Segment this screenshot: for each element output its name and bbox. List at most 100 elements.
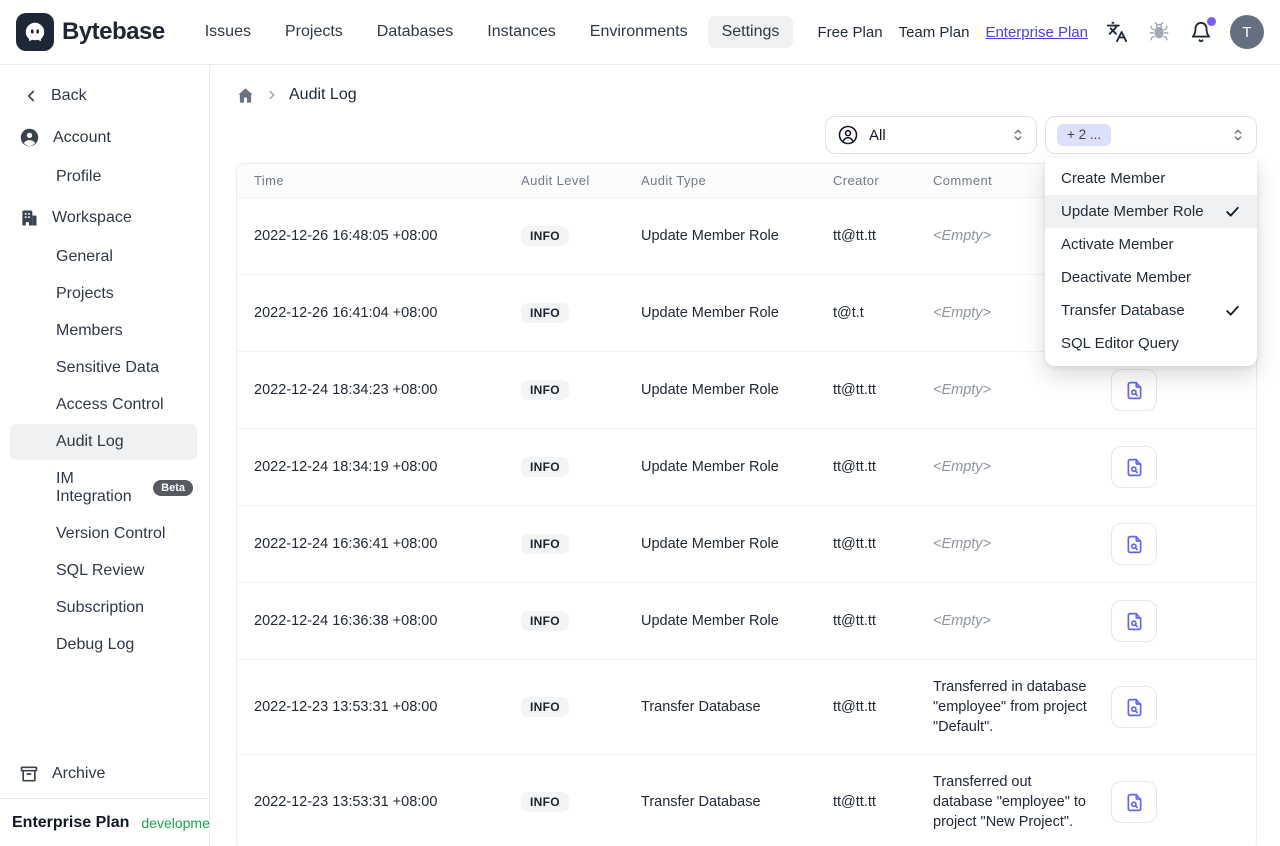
audit-level-badge: INFO <box>521 534 569 554</box>
nav-link[interactable]: Projects <box>271 16 357 48</box>
sidebar-item[interactable]: Sensitive Data <box>10 350 197 386</box>
navbar-right: Free Plan Team Plan Enterprise Plan T <box>818 15 1264 49</box>
menu-item-label: SQL Editor Query <box>1061 335 1179 352</box>
view-log-detail-button[interactable] <box>1111 369 1157 411</box>
log-creator: tt@tt.tt <box>825 428 925 506</box>
team-plan-link[interactable]: Team Plan <box>899 24 970 41</box>
sidebar-item[interactable]: Members <box>10 313 197 349</box>
audit-type: Update Member Role <box>633 582 825 660</box>
sidebar-item[interactable]: SQL Review <box>10 553 197 589</box>
view-log-detail-button[interactable] <box>1111 781 1157 823</box>
audit-level-badge: INFO <box>521 792 569 812</box>
view-log-detail-button[interactable] <box>1111 523 1157 565</box>
home-icon[interactable] <box>236 86 255 105</box>
view-log-detail-button[interactable] <box>1111 686 1157 728</box>
sidebar-item[interactable]: IM Integration Beta <box>10 461 197 515</box>
file-search-icon <box>1127 698 1141 716</box>
archive-button[interactable]: Archive <box>0 752 209 798</box>
back-button[interactable]: Back <box>0 77 209 115</box>
top-navbar: Bytebase Issues Projects Databases Insta… <box>0 0 1280 65</box>
settings-sidebar: Back Account Profile Workspace General P… <box>0 65 222 846</box>
file-search-icon <box>1127 612 1141 630</box>
audit-level-badge: INFO <box>521 226 569 246</box>
sidebar-item[interactable]: Projects <box>10 276 197 312</box>
filter-bar: All + 2 ... <box>236 116 1257 154</box>
log-time: 2022-12-24 18:34:23 +08:00 <box>237 351 513 429</box>
sidebar-item-label: Projects <box>56 285 114 302</box>
free-plan-link[interactable]: Free Plan <box>818 24 883 41</box>
audit-level-badge: INFO <box>521 697 569 717</box>
log-time: 2022-12-23 13:53:31 +08:00 <box>237 659 513 755</box>
plan-footer: Enterprise Plan development <box>0 798 222 846</box>
enterprise-plan-link[interactable]: Enterprise Plan <box>985 24 1088 41</box>
menu-item[interactable]: Deactivate Member <box>1045 261 1257 294</box>
log-time: 2022-12-24 16:36:38 +08:00 <box>237 582 513 660</box>
audit-type-filter-select[interactable]: + 2 ... <box>1045 116 1257 154</box>
notifications-bell-icon[interactable] <box>1188 17 1216 45</box>
select-arrows-icon <box>1010 127 1026 143</box>
check-icon <box>1224 203 1241 220</box>
nav-link[interactable]: Instances <box>473 16 569 48</box>
menu-item-label: Activate Member <box>1061 236 1174 253</box>
table-row: 2022-12-24 16:36:41 +08:00 INFO Update M… <box>237 505 1256 583</box>
sidebar-item[interactable]: Audit Log <box>10 424 197 460</box>
sidebar-item-label: General <box>56 248 113 265</box>
log-creator: tt@tt.tt <box>825 754 925 846</box>
column-header: Audit Level <box>513 164 633 198</box>
sidebar-item[interactable]: Subscription <box>10 590 197 626</box>
current-plan-label: Enterprise Plan <box>12 813 130 831</box>
sidebar-item[interactable]: Access Control <box>10 387 197 423</box>
user-avatar[interactable]: T <box>1230 15 1264 49</box>
menu-item-label: Create Member <box>1061 170 1166 187</box>
nav-link[interactable]: Issues <box>191 16 265 48</box>
chevron-right-icon <box>269 90 275 100</box>
menu-item[interactable]: SQL Editor Query <box>1045 327 1257 360</box>
log-time: 2022-12-24 16:36:41 +08:00 <box>237 505 513 583</box>
sidebar-item[interactable]: General <box>10 239 197 275</box>
account-section-label: Account <box>53 128 111 146</box>
sidebar-section-account[interactable]: Account <box>0 117 209 158</box>
building-icon <box>22 210 37 226</box>
log-creator: tt@tt.tt <box>825 582 925 660</box>
view-log-detail-button[interactable] <box>1111 446 1157 488</box>
log-comment: <Empty> <box>933 228 992 244</box>
sidebar-item-label: Version Control <box>56 525 166 542</box>
nav-link[interactable]: Environments <box>576 16 702 48</box>
menu-item-label: Deactivate Member <box>1061 269 1192 286</box>
audit-type: Transfer Database <box>633 754 825 846</box>
column-header: Time <box>237 164 513 198</box>
menu-item[interactable]: Activate Member <box>1045 228 1257 261</box>
bug-report-icon[interactable] <box>1146 19 1172 45</box>
check-icon <box>1224 302 1241 319</box>
audit-type: Update Member Role <box>633 351 825 429</box>
bytebase-logo-icon[interactable] <box>16 13 54 51</box>
user-circle-icon <box>20 128 39 147</box>
column-header: Creator <box>825 164 925 198</box>
archive-icon <box>20 766 38 782</box>
menu-item[interactable]: Update Member Role <box>1045 195 1257 228</box>
table-row: 2022-12-24 18:34:19 +08:00 INFO Update M… <box>237 428 1256 506</box>
sidebar-item[interactable]: Debug Log <box>10 627 197 663</box>
archive-label: Archive <box>52 765 106 782</box>
language-icon[interactable] <box>1104 19 1130 45</box>
sidebar-item[interactable]: Profile <box>10 159 197 195</box>
sidebar-section-workspace[interactable]: Workspace <box>0 198 209 238</box>
audit-type: Update Member Role <box>633 197 825 275</box>
select-arrows-icon <box>1230 127 1246 143</box>
sidebar-item-label: Subscription <box>56 599 145 616</box>
file-search-icon <box>1127 793 1141 811</box>
sidebar-item[interactable]: Version Control <box>10 516 197 552</box>
view-log-detail-button[interactable] <box>1111 600 1157 642</box>
creator-filter-select[interactable]: All <box>825 116 1037 154</box>
menu-item[interactable]: Create Member <box>1045 162 1257 195</box>
log-creator: tt@tt.tt <box>825 505 925 583</box>
notification-dot <box>1207 17 1216 26</box>
log-comment: Transferred in database "employee" from … <box>933 679 1087 735</box>
nav-link[interactable]: Databases <box>363 16 468 48</box>
nav-link[interactable]: Settings <box>707 16 794 48</box>
sidebar-item-label: Debug Log <box>56 636 135 653</box>
column-header: Audit Type <box>633 164 825 198</box>
menu-item[interactable]: Transfer Database <box>1045 294 1257 327</box>
audit-type-filter-value: + 2 ... <box>1057 124 1112 146</box>
brand-wordmark[interactable]: Bytebase <box>62 18 165 46</box>
